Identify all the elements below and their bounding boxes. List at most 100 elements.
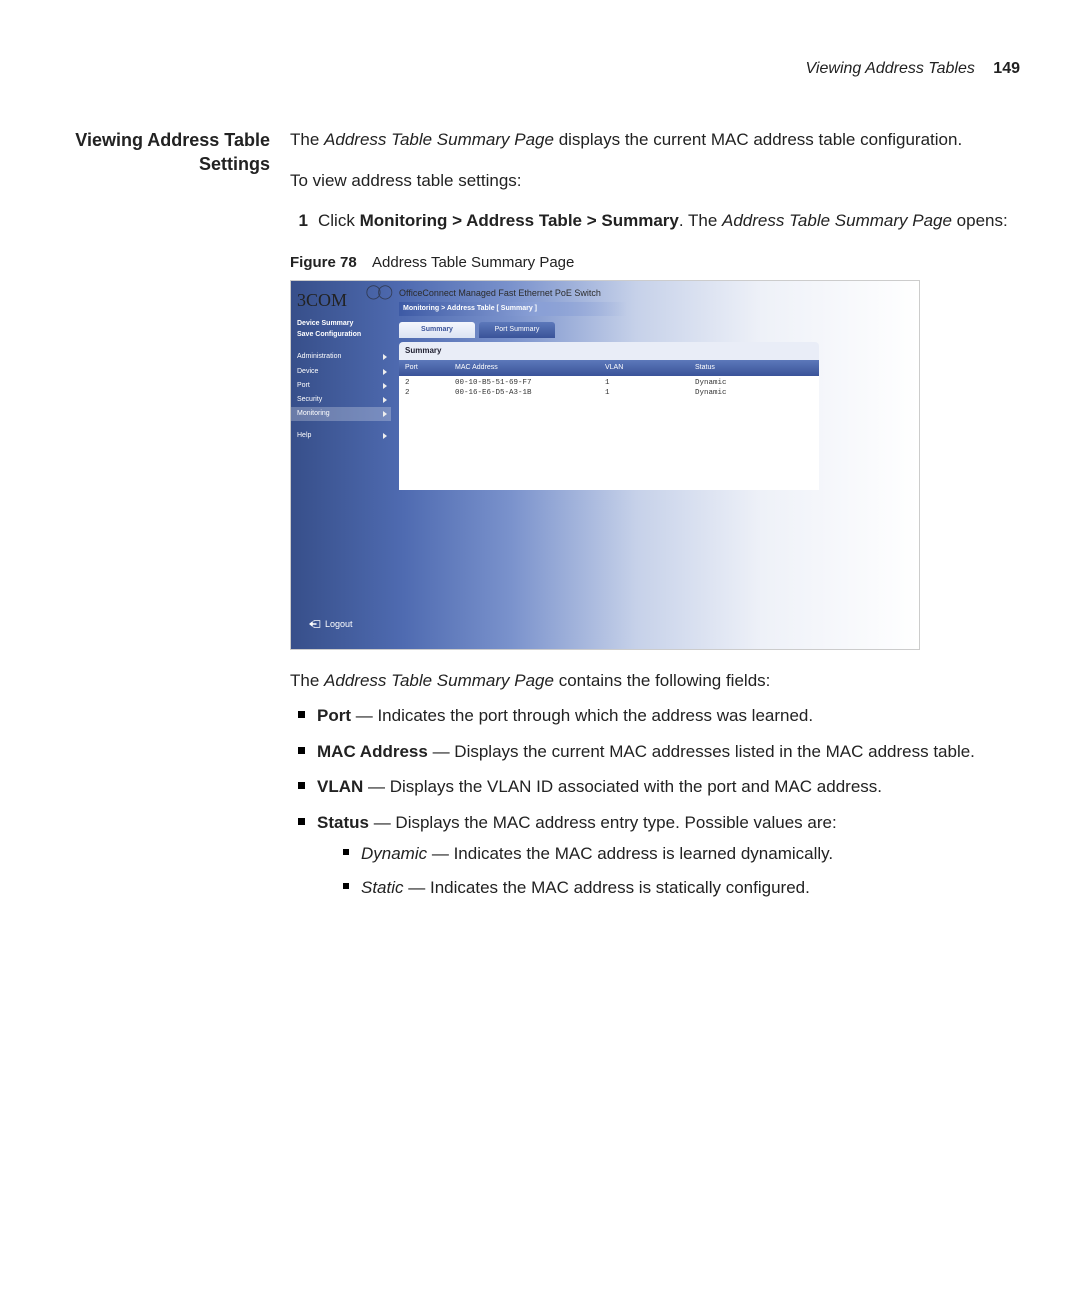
link-save-configuration[interactable]: Save Configuration <box>297 330 385 340</box>
status-static: Static — Indicates the MAC address is st… <box>343 875 837 901</box>
figure-title: Address Table Summary Page <box>372 254 574 271</box>
value-name: Static <box>361 878 404 897</box>
step-path: Monitoring > Address Table > Summary <box>360 211 679 230</box>
chevron-right-icon <box>383 383 387 389</box>
menu-port[interactable]: Port <box>291 379 391 393</box>
breadcrumb: Monitoring > Address Table [ Summary ] <box>399 302 627 316</box>
panel-title: Summary <box>399 342 819 360</box>
menu-label: Help <box>297 431 311 441</box>
cell-status: Dynamic <box>695 378 815 389</box>
intro-suffix: displays the current MAC address table c… <box>554 130 962 149</box>
pf-page-name: Address Table Summary Page <box>324 671 554 690</box>
square-bullet-icon <box>298 711 305 718</box>
step-opens: opens: <box>952 211 1008 230</box>
value-desc: — Indicates the MAC address is learned d… <box>427 844 833 863</box>
col-port: Port <box>405 363 455 373</box>
cell-port: 2 <box>405 378 455 389</box>
chevron-right-icon <box>383 397 387 403</box>
field-status: Status — Displays the MAC address entry … <box>298 810 1020 909</box>
chevron-right-icon <box>383 411 387 417</box>
sidebar-menu: Administration Device Port Security Moni <box>291 350 391 443</box>
field-name: Status <box>317 813 369 832</box>
col-status: Status <box>695 363 815 373</box>
menu-monitoring[interactable]: Monitoring <box>291 407 391 421</box>
menu-label: Security <box>297 395 322 405</box>
menu-label: Port <box>297 381 310 391</box>
step-1: 1 Click Monitoring > Address Table > Sum… <box>290 209 1020 234</box>
square-bullet-icon <box>343 883 349 889</box>
chevron-right-icon <box>383 369 387 375</box>
figure-label: Figure 78 <box>290 254 357 271</box>
pf-prefix: The <box>290 671 324 690</box>
menu-help[interactable]: Help <box>291 429 391 443</box>
field-desc: — Displays the VLAN ID associated with t… <box>363 777 882 796</box>
header-title: Viewing Address Tables <box>806 60 975 77</box>
summary-panel: Summary Port MAC Address VLAN Status 2 0… <box>399 342 819 490</box>
ss-main: OfficeConnect Managed Fast Ethernet PoE … <box>391 281 919 649</box>
square-bullet-icon <box>298 782 305 789</box>
menu-administration[interactable]: Administration <box>291 350 391 364</box>
cell-port: 2 <box>405 388 455 399</box>
link-device-summary[interactable]: Device Summary <box>297 319 385 329</box>
field-port: Port — Indicates the port through which … <box>298 703 1020 729</box>
logout-button[interactable]: Logout <box>291 618 391 643</box>
step-after-path: . The <box>679 211 722 230</box>
chevron-right-icon <box>383 433 387 439</box>
section-heading: Viewing Address Table Settings <box>60 128 270 918</box>
table-row: 2 00-10-B5-51-69-F7 1 Dynamic <box>399 378 819 389</box>
step-click: Click <box>318 211 360 230</box>
field-desc: — Displays the MAC address entry type. P… <box>369 813 837 832</box>
field-desc: — Displays the current MAC addresses lis… <box>428 742 975 761</box>
product-title: OfficeConnect Managed Fast Ethernet PoE … <box>399 287 911 300</box>
field-mac-address: MAC Address — Displays the current MAC a… <box>298 739 1020 765</box>
intro-paragraph: The Address Table Summary Page displays … <box>290 128 1020 153</box>
status-values-list: Dynamic — Indicates the MAC address is l… <box>343 841 837 900</box>
menu-label: Monitoring <box>297 409 330 419</box>
status-dynamic: Dynamic — Indicates the MAC address is l… <box>343 841 837 867</box>
field-name: Port <box>317 706 351 725</box>
tab-bar: Summary Port Summary <box>399 322 911 338</box>
cell-mac: 00-10-B5-51-69-F7 <box>455 378 605 389</box>
menu-label: Administration <box>297 352 341 362</box>
pf-suffix: contains the following fields: <box>554 671 770 690</box>
table-body: 2 00-10-B5-51-69-F7 1 Dynamic 2 00-16-E6… <box>399 376 819 490</box>
field-list: Port — Indicates the port through which … <box>298 703 1020 908</box>
logo-swoosh-icon: ◯◯ <box>366 283 389 303</box>
field-vlan: VLAN — Displays the VLAN ID associated w… <box>298 774 1020 800</box>
logout-label: Logout <box>325 618 353 631</box>
page-number: 149 <box>993 60 1020 77</box>
square-bullet-icon <box>298 747 305 754</box>
running-header: Viewing Address Tables 149 <box>60 60 1020 78</box>
tab-port-summary[interactable]: Port Summary <box>479 322 555 338</box>
menu-security[interactable]: Security <box>291 393 391 407</box>
intro-page-name: Address Table Summary Page <box>324 130 554 149</box>
brand-text: 3COM <box>297 290 347 310</box>
step-page-name: Address Table Summary Page <box>722 211 952 230</box>
chevron-right-icon <box>383 354 387 360</box>
sidebar-quick-links: Device Summary Save Configuration <box>291 319 391 341</box>
square-bullet-icon <box>343 849 349 855</box>
cell-status: Dynamic <box>695 388 815 399</box>
menu-label: Device <box>297 367 318 377</box>
logout-icon <box>309 619 321 629</box>
intro-prefix: The <box>290 130 324 149</box>
brand-logo: ◯◯ 3COM <box>291 287 391 319</box>
step-number: 1 <box>290 209 308 234</box>
col-mac: MAC Address <box>455 363 605 373</box>
field-desc: — Indicates the port through which the a… <box>351 706 813 725</box>
figure-caption: Figure 78 Address Table Summary Page <box>290 252 1020 274</box>
cell-vlan: 1 <box>605 388 695 399</box>
table-row: 2 00-16-E6-D5-A3-1B 1 Dynamic <box>399 388 819 399</box>
cell-mac: 00-16-E6-D5-A3-1B <box>455 388 605 399</box>
value-name: Dynamic <box>361 844 427 863</box>
square-bullet-icon <box>298 818 305 825</box>
tab-summary[interactable]: Summary <box>399 322 475 338</box>
field-name: VLAN <box>317 777 363 796</box>
menu-device[interactable]: Device <box>291 365 391 379</box>
value-desc: — Indicates the MAC address is staticall… <box>404 878 810 897</box>
post-figure-lead: The Address Table Summary Page contains … <box>290 668 1020 694</box>
cell-vlan: 1 <box>605 378 695 389</box>
col-vlan: VLAN <box>605 363 695 373</box>
field-name: MAC Address <box>317 742 428 761</box>
ss-sidebar: ◯◯ 3COM Device Summary Save Configuratio… <box>291 281 391 649</box>
